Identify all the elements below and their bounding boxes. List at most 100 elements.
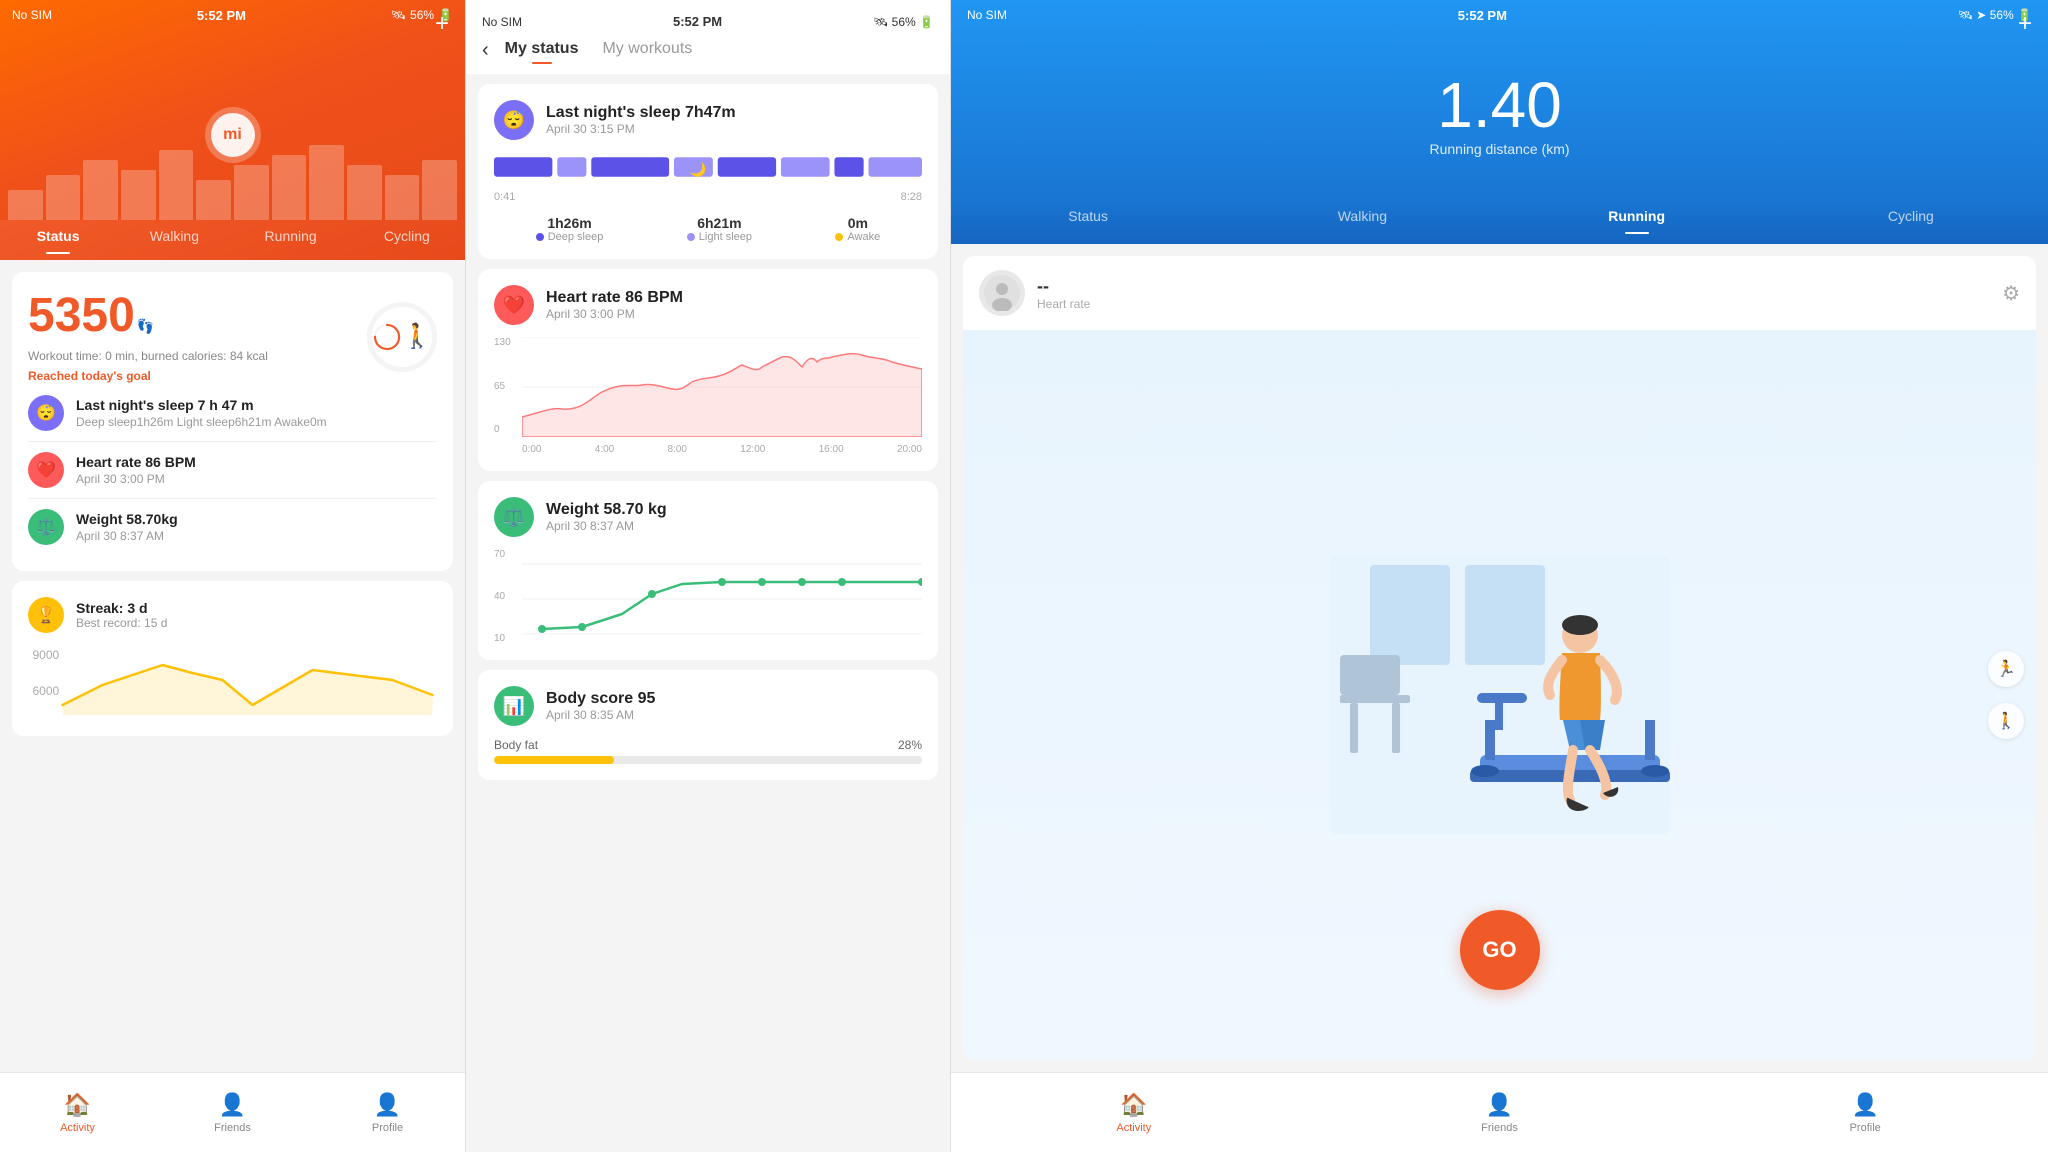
screen3-bottom-nav: 🏠 Activity 👤 Friends 👤 Profile bbox=[951, 1072, 2048, 1152]
running-distance-label: Running distance (km) bbox=[1429, 141, 1569, 157]
hr-display-val: -- bbox=[1037, 276, 1090, 297]
friends-label: Friends bbox=[214, 1122, 251, 1134]
s3-time: 5:52 PM bbox=[1458, 8, 1507, 23]
nav-friends-1[interactable]: 👤 Friends bbox=[155, 1092, 310, 1134]
tab-running-1[interactable]: Running bbox=[233, 220, 349, 252]
svg-text:🌙: 🌙 bbox=[690, 161, 707, 178]
hr-card-header: ❤️ Heart rate 86 BPM April 30 3:00 PM bbox=[494, 285, 922, 325]
s2-time: 5:52 PM bbox=[673, 14, 722, 29]
back-button[interactable]: ‹ bbox=[482, 39, 489, 62]
body-score-header: 📊 Body score 95 April 30 8:35 AM bbox=[494, 686, 922, 726]
weight-card-icon: ⚖️ bbox=[494, 497, 534, 537]
running-card: -- Heart rate ⚙ bbox=[963, 256, 2036, 1060]
sleep-icon: 😴 bbox=[28, 395, 64, 431]
tab-walking-3[interactable]: Walking bbox=[1225, 200, 1499, 232]
s2-tabs: My status My workouts bbox=[505, 40, 934, 62]
activity-list: 😴 Last night's sleep 7 h 47 m Deep sleep… bbox=[28, 385, 437, 555]
screen1-content: 5350 👣 Workout time: 0 min, burned calor… bbox=[0, 260, 465, 1072]
nav-activity-1[interactable]: 🏠 Activity bbox=[0, 1092, 155, 1134]
weight-icon: ⚖️ bbox=[28, 509, 64, 545]
tab-running-3[interactable]: Running bbox=[1500, 200, 1774, 232]
walking-mode-icon[interactable]: 🚶 bbox=[1988, 703, 2024, 739]
streak-row: 🏆 Streak: 3 d Best record: 15 d bbox=[28, 597, 437, 633]
heart-icon: ❤️ bbox=[28, 452, 64, 488]
weight-chart-container: 70 40 10 bbox=[494, 549, 922, 644]
s3-profile-icon: 👤 bbox=[1851, 1092, 1878, 1118]
home-icon: 🏠 bbox=[64, 1092, 91, 1118]
sleep-bar-svg: 🌙 bbox=[494, 152, 922, 182]
hr-card-icon: ❤️ bbox=[494, 285, 534, 325]
svg-text:9000: 9000 bbox=[33, 648, 60, 662]
hr-info: -- Heart rate bbox=[1037, 276, 1090, 311]
body-score-card: 📊 Body score 95 April 30 8:35 AM Body fa… bbox=[478, 670, 938, 780]
steps-row: 5350 👣 Workout time: 0 min, burned calor… bbox=[28, 288, 437, 385]
sleep-card-header: 😴 Last night's sleep 7h47m April 30 3:15… bbox=[494, 100, 922, 140]
screen2-header: No SIM 5:52 PM 🛰 56% 🔋 ‹ My status My wo… bbox=[466, 0, 950, 74]
screen1-header: No SIM 5:52 PM 🛰 56% 🔋 mi + bbox=[0, 0, 465, 220]
avatar-svg bbox=[984, 275, 1020, 311]
s3-nav-friends[interactable]: 👤 Friends bbox=[1317, 1092, 1683, 1134]
body-score-title: Body score 95 bbox=[546, 690, 655, 708]
streak-subtitle: Best record: 15 d bbox=[76, 616, 167, 630]
nav-profile-1[interactable]: 👤 Profile bbox=[310, 1092, 465, 1134]
tab-my-status[interactable]: My status bbox=[505, 40, 579, 62]
hr-y-65: 65 bbox=[494, 381, 511, 392]
awake-val: 0m bbox=[835, 215, 880, 231]
s3-add-button[interactable]: + bbox=[2018, 10, 2032, 38]
treadmill-svg bbox=[1310, 535, 1690, 855]
status-bar-2: No SIM 5:52 PM 🛰 56% 🔋 bbox=[482, 14, 934, 29]
sleep-card: 😴 Last night's sleep 7h47m April 30 3:15… bbox=[478, 84, 938, 259]
weight-card: ⚖️ Weight 58.70 kg April 30 8:37 AM 70 4… bbox=[478, 481, 938, 660]
heart-title: Heart rate 86 BPM bbox=[76, 454, 196, 470]
s3-profile-label: Profile bbox=[1850, 1122, 1881, 1134]
s3-signal: No SIM bbox=[967, 8, 1007, 22]
hr-chart-container: 130 65 0 0:00 4:00 8:00 12:00 bbox=[494, 337, 922, 455]
hr-x-4: 4:00 bbox=[595, 444, 614, 455]
streak-card: 🏆 Streak: 3 d Best record: 15 d 9000 600… bbox=[12, 581, 453, 736]
body-fat-progress: Body fat 28% bbox=[494, 738, 922, 764]
sleep-subtitle: Deep sleep1h26m Light sleep6h21m Awake0m bbox=[76, 415, 327, 429]
running-mode-icon[interactable]: 🏃 bbox=[1988, 651, 2024, 687]
s3-nav-profile[interactable]: 👤 Profile bbox=[1682, 1092, 2048, 1134]
heart-rate-card: ❤️ Heart rate 86 BPM April 30 3:00 PM 13… bbox=[478, 269, 938, 471]
steps-circle-svg bbox=[352, 321, 422, 351]
tab-my-workouts[interactable]: My workouts bbox=[602, 40, 692, 62]
gear-button[interactable]: ⚙ bbox=[2002, 281, 2020, 306]
hr-x-0: 0:00 bbox=[522, 444, 541, 455]
weight-title: Weight 58.70kg bbox=[76, 511, 178, 527]
screen3-tabs: Status Walking Running Cycling bbox=[951, 200, 2048, 244]
time-label: 5:52 PM bbox=[197, 8, 246, 23]
s3-nav-activity[interactable]: 🏠 Activity bbox=[951, 1092, 1317, 1134]
activity-heart: ❤️ Heart rate 86 BPM April 30 3:00 PM bbox=[28, 442, 437, 499]
screen2: No SIM 5:52 PM 🛰 56% 🔋 ‹ My status My wo… bbox=[465, 0, 951, 1152]
side-icons: 🏃 🚶 bbox=[1988, 651, 2024, 739]
tab-cycling-1[interactable]: Cycling bbox=[349, 220, 465, 252]
sleep-card-sub: April 30 3:15 PM bbox=[546, 122, 736, 136]
tab-cycling-3[interactable]: Cycling bbox=[1774, 200, 2048, 232]
body-fat-fill bbox=[494, 756, 614, 764]
screen2-content: 😴 Last night's sleep 7h47m April 30 3:15… bbox=[466, 74, 950, 1152]
signal-label: No SIM bbox=[12, 8, 52, 22]
weight-card-sub: April 30 8:37 AM bbox=[546, 519, 667, 533]
s2-battery: 🛰 56% 🔋 bbox=[873, 15, 934, 29]
weight-card-header: ⚖️ Weight 58.70 kg April 30 8:37 AM bbox=[494, 497, 922, 537]
treadmill-illustration: 🏃 🚶 GO bbox=[963, 330, 2036, 1060]
body-score-sub: April 30 8:35 AM bbox=[546, 708, 655, 722]
weight-chart-svg bbox=[522, 549, 922, 639]
svg-text:6000: 6000 bbox=[33, 684, 60, 698]
sleep-time-start: 0:41 bbox=[494, 191, 515, 203]
screen3: No SIM 5:52 PM 🛰 ➤ 56% 🔋 1.40 Running di… bbox=[951, 0, 2048, 1152]
streak-chart: 9000 6000 bbox=[28, 645, 437, 715]
tab-status-3[interactable]: Status bbox=[951, 200, 1225, 232]
tab-status-1[interactable]: Status bbox=[0, 220, 116, 252]
tab-walking-1[interactable]: Walking bbox=[116, 220, 232, 252]
screen1-bottom-nav: 🏠 Activity 👤 Friends 👤 Profile bbox=[0, 1072, 465, 1152]
go-button[interactable]: GO bbox=[1460, 910, 1540, 990]
heart-subtitle: April 30 3:00 PM bbox=[76, 472, 196, 486]
add-button[interactable]: + bbox=[435, 10, 449, 38]
streak-title: Streak: 3 d bbox=[76, 600, 167, 616]
sleep-card-title: Last night's sleep 7h47m bbox=[546, 104, 736, 122]
hr-y-0: 0 bbox=[494, 424, 511, 435]
hr-x-12: 12:00 bbox=[740, 444, 765, 455]
activity-label: Activity bbox=[60, 1122, 95, 1134]
